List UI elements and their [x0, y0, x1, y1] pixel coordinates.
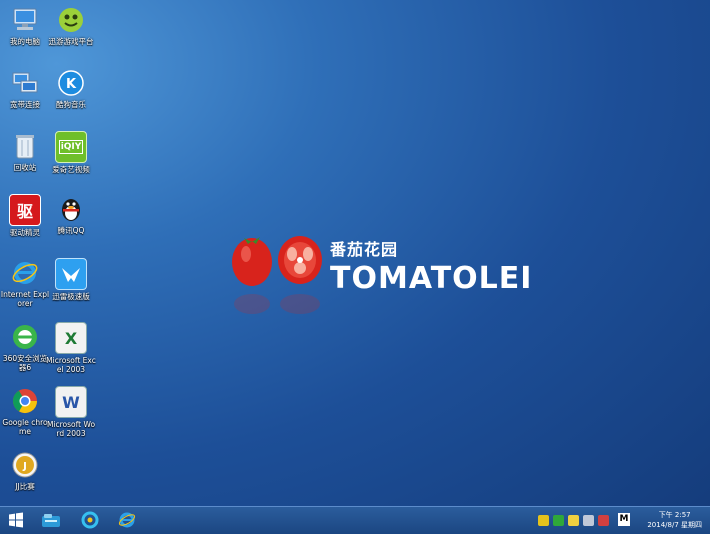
desktop-icon-word[interactable]: W Microsoft Word 2003 [46, 386, 96, 438]
desktop-icon-label: 腾讯QQ [57, 226, 85, 235]
desktop-icon-game-platform[interactable]: 迅游游戏平台 [46, 5, 96, 46]
desktop-icon-label: Internet Explorer [0, 290, 50, 308]
iqiyi-video-icon: iQIY [55, 131, 87, 163]
desktop-icon-label: 宽带连接 [10, 100, 40, 109]
kugou-music-icon: K [56, 68, 86, 98]
desktop-icon-label: 360安全浏览器6 [2, 354, 48, 372]
recycle-bin-icon [10, 131, 40, 161]
tray-shield-icon[interactable] [538, 515, 549, 526]
desktop: 我的电脑 宽带连接 回收站 驱 驱动精灵 Internet Explorer 3… [0, 0, 710, 506]
brand-chinese-name: 番茄花园 [330, 240, 399, 259]
desktop-icon-label: 驱动精灵 [10, 228, 40, 237]
desktop-icon-label: JJ比赛 [15, 482, 35, 491]
internet-explorer-icon [118, 512, 136, 528]
svg-text:K: K [66, 77, 77, 92]
desktop-icon-my-computer[interactable]: 我的电脑 [0, 5, 50, 46]
game-platform-icon [56, 5, 86, 35]
driver-genius-icon: 驱 [9, 194, 41, 226]
qq-browser-icon [81, 511, 99, 529]
desktop-icon-label: Microsoft Excel 2003 [46, 356, 96, 374]
tray-input-method[interactable]: M [618, 513, 630, 526]
file-explorer-icon [42, 514, 60, 527]
desktop-icon-360-browser[interactable]: 360安全浏览器6 [0, 322, 50, 372]
excel-icon: X [55, 322, 87, 354]
taskbar-file-explorer[interactable] [40, 510, 62, 530]
desktop-icon-driver-genius[interactable]: 驱 驱动精灵 [0, 194, 50, 237]
computer-icon [10, 5, 40, 35]
wallpaper-logo: 番茄花园 TOMATOLEI [228, 228, 531, 318]
svg-text:J: J [22, 461, 27, 472]
desktop-icon-jj-game[interactable]: J JJ比赛 [0, 450, 50, 491]
desktop-icon-label: 我的电脑 [10, 37, 40, 46]
clock-time: 下午 2:57 [658, 511, 691, 519]
xunlei-thunder-icon [55, 258, 87, 290]
taskbar: M 下午 2:57 2014/8/7 星期四 [0, 506, 710, 534]
brand-english-name: TOMATOLEI [330, 261, 533, 296]
taskbar-internet-explorer[interactable] [116, 510, 138, 530]
tray-security-icon[interactable] [553, 515, 564, 526]
desktop-icon-recycle-bin[interactable]: 回收站 [0, 131, 50, 172]
desktop-icon-label: Microsoft Word 2003 [46, 420, 96, 438]
desktop-icon-iqiyi[interactable]: iQIY 爱奇艺视频 [46, 131, 96, 174]
tomato-icon [232, 236, 322, 314]
desktop-icon-xunlei[interactable]: 迅雷极速版 [46, 258, 96, 301]
start-icon [9, 512, 23, 528]
desktop-icon-label: 酷狗音乐 [56, 100, 86, 109]
start-button[interactable] [5, 510, 27, 530]
chrome-icon [10, 386, 40, 416]
tray-volume-icon[interactable] [598, 515, 609, 526]
360-browser-icon [10, 322, 40, 352]
internet-explorer-icon [10, 258, 40, 288]
desktop-icon-network[interactable]: 宽带连接 [0, 68, 50, 109]
desktop-icon-label: 迅游游戏平台 [48, 37, 94, 46]
clock-date: 2014/8/7 星期四 [647, 521, 702, 529]
qq-penguin-icon [56, 194, 86, 224]
network-connection-icon [10, 68, 40, 98]
taskbar-qq-browser[interactable] [79, 510, 101, 530]
desktop-icon-qq[interactable]: 腾讯QQ [46, 194, 96, 235]
desktop-icon-chrome[interactable]: Google chrome [0, 386, 50, 436]
desktop-icon-label: 爱奇艺视频 [52, 165, 90, 174]
desktop-icon-label: 回收站 [13, 163, 37, 172]
jj-game-icon: J [10, 450, 40, 480]
tray-network-icon[interactable] [583, 515, 594, 526]
desktop-icon-label: Google chrome [2, 418, 48, 436]
desktop-icon-excel[interactable]: X Microsoft Excel 2003 [46, 322, 96, 374]
desktop-icon-internet-explorer[interactable]: Internet Explorer [0, 258, 50, 308]
word-icon: W [55, 386, 87, 418]
desktop-icon-kugou[interactable]: K 酷狗音乐 [46, 68, 96, 109]
desktop-icon-label: 迅雷极速版 [52, 292, 90, 301]
taskbar-clock[interactable]: 下午 2:57 2014/8/7 星期四 [647, 510, 702, 530]
tray-flag-icon[interactable] [568, 515, 579, 526]
